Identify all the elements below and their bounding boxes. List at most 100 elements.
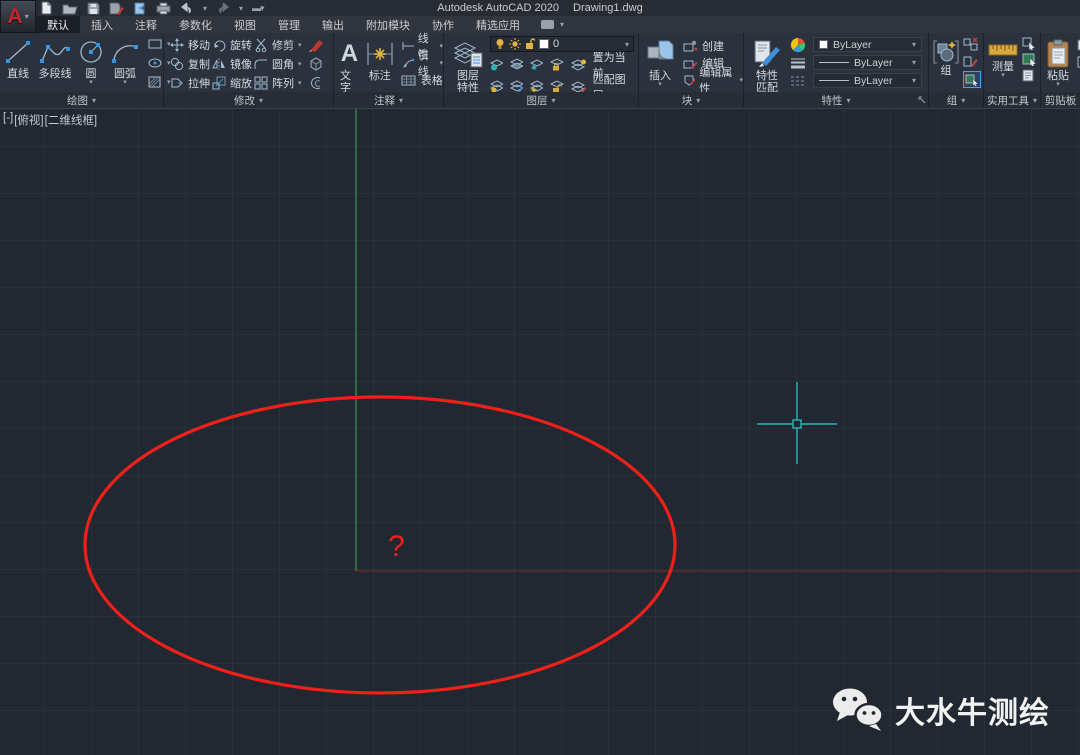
lineweight-sample: [819, 62, 849, 63]
properties-dialog-launcher-icon[interactable]: [918, 96, 926, 104]
undo-dropdown-icon[interactable]: ▾: [203, 4, 207, 13]
move-button[interactable]: 移动: [170, 35, 210, 54]
chevron-down-icon: ▾: [25, 12, 29, 21]
layer-lock-icon[interactable]: [550, 58, 563, 71]
scale-button[interactable]: 缩放: [212, 73, 252, 92]
group-button[interactable]: 组: [932, 36, 960, 77]
tab-featured-apps[interactable]: 精选应用: [465, 16, 531, 33]
stretch-button[interactable]: 拉伸: [170, 73, 210, 92]
print-icon[interactable]: [156, 2, 171, 15]
panel-utilities-title[interactable]: 实用工具▾: [984, 92, 1040, 108]
linetype-icon[interactable]: [790, 75, 806, 87]
quick-calc-icon[interactable]: [1022, 53, 1037, 66]
layer-freeze-icon[interactable]: [530, 58, 543, 71]
set-current-layer-icon[interactable]: [571, 58, 586, 71]
layer-on-bulb-icon: [495, 38, 505, 50]
chevron-down-icon: ▾: [1001, 73, 1005, 79]
erase-icon: [308, 38, 324, 52]
question-mark-text[interactable]: ?: [388, 530, 405, 563]
tab-annotate[interactable]: 注释: [124, 16, 168, 33]
tab-home[interactable]: 默认: [36, 16, 80, 33]
save-as-icon[interactable]: [109, 2, 124, 15]
qat-customize-icon[interactable]: ▬▾: [252, 3, 264, 14]
circle-button[interactable]: 圆 ▾: [78, 33, 104, 86]
panel-modify-title[interactable]: 修改▾: [164, 92, 333, 108]
chevron-down-icon: ▾: [1056, 82, 1060, 88]
panel-properties-title[interactable]: 特性▾: [744, 92, 928, 108]
layer-thaw-sun-icon: [509, 38, 521, 50]
panel-annotate-title[interactable]: 注释▾: [334, 92, 443, 108]
rotate-icon: [212, 38, 226, 52]
paste-button[interactable]: 粘贴 ▾: [1045, 35, 1071, 88]
panel-clipboard: 粘贴 ▾ 剪贴板: [1041, 33, 1080, 108]
layer-isolate-icon[interactable]: [510, 58, 523, 71]
quick-access-toolbar: ▾ ▾ ▬▾: [40, 1, 264, 15]
group-edit-icon[interactable]: [963, 54, 979, 69]
linetype-dropdown[interactable]: ByLayer▾: [813, 73, 922, 88]
rotate-button[interactable]: 旋转: [212, 35, 252, 54]
arc-button[interactable]: 圆弧 ▾: [110, 33, 140, 86]
trim-button[interactable]: 修剪▾: [254, 35, 302, 54]
tab-insert[interactable]: 插入: [80, 16, 124, 33]
new-file-icon[interactable]: [40, 1, 53, 15]
insert-block-button[interactable]: 插入 ▾: [645, 35, 675, 88]
line-button[interactable]: 直线: [4, 33, 32, 80]
panel-block-title[interactable]: 块▾: [639, 92, 743, 108]
lineweight-icon[interactable]: [790, 57, 806, 71]
chevron-down-icon: ▾: [912, 58, 916, 67]
panel-clipboard-title[interactable]: 剪贴板: [1041, 92, 1080, 108]
layer-properties-button[interactable]: 图层 特性: [448, 35, 488, 94]
dimension-button[interactable]: 标注: [365, 35, 395, 82]
chevron-down-icon: ▾: [912, 40, 916, 49]
edit-attributes-button[interactable]: 编辑属性▾: [683, 72, 743, 87]
measure-button[interactable]: 测量 ▾: [987, 36, 1019, 79]
array-button[interactable]: 阵列▾: [254, 73, 302, 92]
polyline-button[interactable]: 多段线: [38, 33, 72, 80]
ungroup-icon[interactable]: [963, 37, 979, 52]
tab-manage[interactable]: 管理: [267, 16, 311, 33]
ribbon-tab-bar: 默认 插入 注释 参数化 视图 管理 输出 附加模块 协作 精选应用 ▾: [36, 16, 1080, 33]
copy-button[interactable]: 复制: [170, 54, 210, 73]
object-color-dropdown[interactable]: ByLayer▾: [813, 37, 922, 52]
undo-icon[interactable]: [180, 2, 194, 14]
match-properties-button[interactable]: 特性 匹配: [749, 35, 785, 94]
panel-group-title[interactable]: 组▾: [929, 92, 983, 108]
tab-addins[interactable]: 附加模块: [355, 16, 421, 33]
mirror-button[interactable]: 镜像: [212, 54, 252, 73]
lineweight-dropdown[interactable]: ByLayer▾: [813, 55, 922, 70]
tab-output[interactable]: 输出: [311, 16, 355, 33]
export-icon[interactable]: [133, 2, 147, 15]
offset-button[interactable]: [308, 73, 324, 92]
save-icon[interactable]: [87, 2, 100, 15]
panel-draw-title[interactable]: 绘图▾: [0, 92, 163, 108]
text-button[interactable]: A 文字 ▾: [340, 35, 359, 100]
list-icon[interactable]: [1022, 69, 1035, 82]
create-block-icon: [683, 40, 698, 52]
tab-view[interactable]: 视图: [223, 16, 267, 33]
tab-parametric[interactable]: 参数化: [168, 16, 223, 33]
redo-icon[interactable]: [216, 2, 230, 14]
quick-select-icon[interactable]: [1022, 37, 1037, 50]
color-wheel-icon[interactable]: [790, 37, 806, 53]
panel-layers-title[interactable]: 图层▾: [444, 92, 638, 108]
ribbon-display-toggle[interactable]: ▾: [541, 16, 564, 33]
erase-button[interactable]: [308, 35, 324, 54]
app-menu-button[interactable]: A ▾: [0, 0, 36, 33]
group-selection-toggle[interactable]: [963, 71, 981, 88]
redo-dropdown-icon[interactable]: ▾: [239, 4, 243, 13]
ellipse-entity[interactable]: [85, 397, 675, 693]
leader-button[interactable]: 引线▾: [401, 55, 443, 71]
layer-off-icon[interactable]: [490, 58, 503, 71]
explode-button[interactable]: [308, 54, 324, 73]
table-button[interactable]: 表格: [401, 72, 443, 88]
create-block-button[interactable]: 创建: [683, 38, 743, 53]
ribbon: 直线 多段线 圆 ▾ 圆弧 ▾ ▾ ▾: [0, 33, 1080, 108]
line-icon: [4, 36, 32, 68]
panel-annotate: A 文字 ▾ 标注 线性▾ 引线▾ 表格 注释▾: [334, 33, 444, 108]
open-folder-icon[interactable]: [62, 2, 78, 15]
offset-icon: [308, 76, 324, 90]
drawing-canvas[interactable]: [-] [俯视] [二维线框] ?: [0, 108, 1080, 755]
fillet-button[interactable]: 圆角▾: [254, 54, 302, 73]
polyline-icon: [38, 36, 72, 68]
insert-block-icon: [645, 38, 675, 70]
